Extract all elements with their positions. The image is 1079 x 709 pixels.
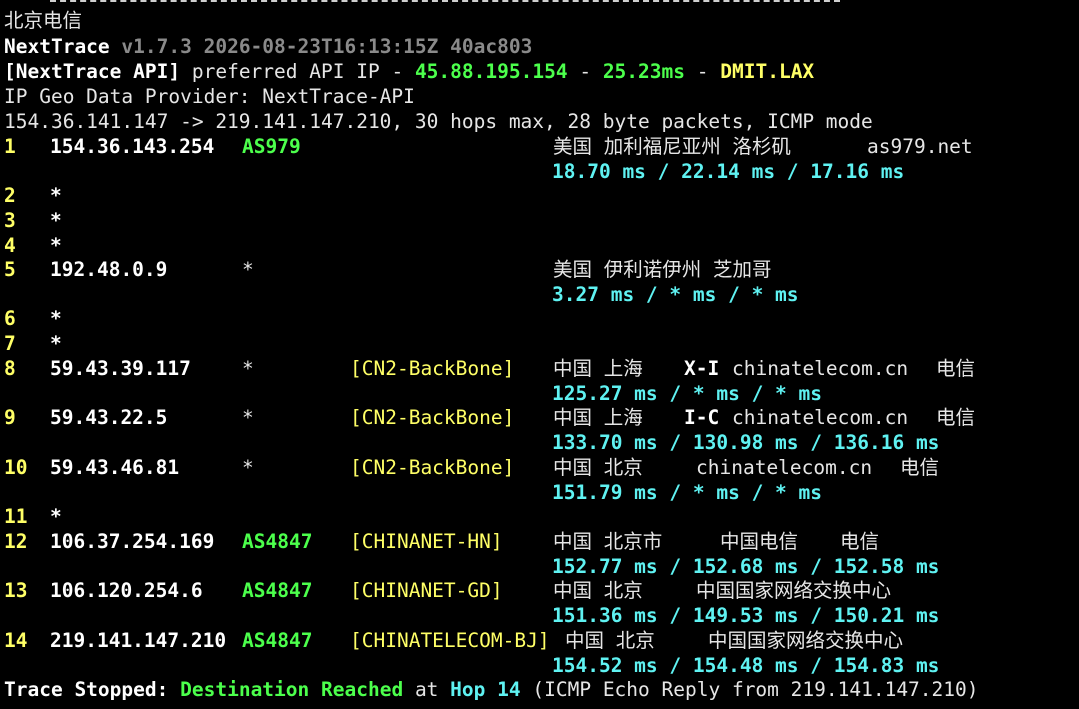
hop-tag: [CHINATELECOM-BJ] <box>350 629 550 652</box>
hop-ip: * <box>50 307 62 330</box>
hop-asn: * <box>242 258 254 281</box>
hop-geo: 中国 北京市 <box>553 530 663 553</box>
hop-ip: * <box>50 234 62 257</box>
hop-number: 11 <box>4 505 28 528</box>
hop-ip: * <box>50 209 62 232</box>
hop-rtt: 151.36 ms / 149.53 ms / 150.21 ms <box>552 604 940 627</box>
hop-ip: 59.43.22.5 <box>50 406 168 429</box>
footer-hop: Hop 14 <box>450 678 521 701</box>
hop-host: 中国电信 <box>720 530 799 553</box>
hop-ip: 106.37.254.169 <box>50 530 215 553</box>
api-separator: - <box>579 60 592 83</box>
hop-ip: 192.48.0.9 <box>50 258 168 281</box>
hop-ip: 59.43.46.81 <box>50 456 180 479</box>
hop-isp: 电信 <box>936 357 976 380</box>
hop-tag: [CN2-BackBone] <box>350 406 515 429</box>
hop-geo: 美国 加利福尼亚州 洛杉矶 <box>553 135 791 158</box>
hop-isp: 电信 <box>900 456 940 479</box>
app-name: NextTrace <box>4 35 110 58</box>
hop-number: 9 <box>4 406 16 429</box>
footer-status: Destination Reached <box>180 678 404 701</box>
hop-asn: * <box>242 456 254 479</box>
hop-isp: 电信 <box>936 406 976 429</box>
hop-number: 1 <box>4 135 16 158</box>
api-label: [NextTrace API] <box>4 60 181 83</box>
hop-number: 8 <box>4 357 16 380</box>
footer-at: at <box>414 678 439 701</box>
hop-geo: 中国 上海 <box>553 357 643 380</box>
hop-host: chinatelecom.cn <box>732 357 909 380</box>
hop-asn: AS4847 <box>242 629 313 652</box>
hop-number: 10 <box>4 456 28 479</box>
hop-geo: 中国 北京 <box>565 629 655 652</box>
hop-ip: * <box>50 505 62 528</box>
hop-asn: AS4847 <box>242 579 313 602</box>
hop-code: X-I <box>684 357 720 380</box>
hop-asn: AS979 <box>242 135 301 158</box>
hop-geo: 美国 伊利诺伊州 芝加哥 <box>553 258 772 281</box>
hop-host: as979.net <box>867 135 973 158</box>
hop-rtt: 152.77 ms / 152.68 ms / 152.58 ms <box>552 555 940 578</box>
api-node: DMIT.LAX <box>720 60 815 83</box>
hop-number: 2 <box>4 184 16 207</box>
hop-tag: [CN2-BackBone] <box>350 357 515 380</box>
hop-ip: 219.141.147.210 <box>50 629 227 652</box>
footer-label: Trace Stopped: <box>4 678 169 701</box>
hop-asn: * <box>242 357 254 380</box>
hop-tag: [CN2-BackBone] <box>350 456 515 479</box>
separator-line <box>50 0 840 2</box>
api-text: preferred API IP - <box>191 60 404 83</box>
trace-info-text: 154.36.141.147 -> 219.141.147.210, 30 ho… <box>4 110 873 133</box>
hop-geo: 中国 上海 <box>553 406 643 429</box>
terminal-window: 北京电信 NextTrace v1.7.3 2026-08-23T16:13:1… <box>0 0 1079 709</box>
api-separator: - <box>696 60 709 83</box>
geo-provider-text: IP Geo Data Provider: NextTrace-API <box>4 85 415 108</box>
hop-ip: 154.36.143.254 <box>50 135 215 158</box>
hop-rtt: 151.79 ms / * ms / * ms <box>552 481 823 504</box>
api-ip: 45.88.195.154 <box>414 60 568 83</box>
app-version: v1.7.3 2026-08-23T16:13:15Z 40ac803 <box>121 35 533 58</box>
hop-host: chinatelecom.cn <box>732 406 909 429</box>
hop-geo: 中国 北京 <box>553 579 643 602</box>
hop-number: 3 <box>4 209 16 232</box>
hop-host: chinatelecom.cn <box>696 456 873 479</box>
hop-isp: 电信 <box>840 530 880 553</box>
location-line: 北京电信 <box>4 9 82 33</box>
hop-asn: * <box>242 406 254 429</box>
hop-ip: 106.120.254.6 <box>50 579 203 602</box>
hop-rtt: 18.70 ms / 22.14 ms / 17.16 ms <box>552 160 905 183</box>
hop-number: 4 <box>4 234 16 257</box>
hop-asn: AS4847 <box>242 530 313 553</box>
hop-host: 中国国家网络交换中心 <box>696 579 892 602</box>
hop-number: 12 <box>4 530 28 553</box>
hop-ip: * <box>50 332 62 355</box>
version-line: NextTrace v1.7.3 2026-08-23T16:13:15Z 40… <box>4 35 532 59</box>
hop-tag: [CHINANET-HN] <box>350 530 503 553</box>
geo-provider-line: IP Geo Data Provider: NextTrace-API <box>4 85 415 109</box>
footer-detail: (ICMP Echo Reply from 219.141.147.210) <box>532 678 979 701</box>
hop-number: 6 <box>4 307 16 330</box>
hop-rtt: 125.27 ms / * ms / * ms <box>552 382 823 405</box>
hop-rtt: 154.52 ms / 154.48 ms / 154.83 ms <box>552 654 940 677</box>
hop-number: 7 <box>4 332 16 355</box>
hop-rtt: 133.70 ms / 130.98 ms / 136.16 ms <box>552 431 940 454</box>
hop-host: 中国国家网络交换中心 <box>708 629 904 652</box>
trace-info-line: 154.36.141.147 -> 219.141.147.210, 30 ho… <box>4 110 873 134</box>
hop-code: I-C <box>684 406 720 429</box>
hop-number: 5 <box>4 258 16 281</box>
api-line: [NextTrace API] preferred API IP - 45.88… <box>4 60 814 84</box>
hop-ip: * <box>50 184 62 207</box>
api-latency: 25.23ms <box>602 60 685 83</box>
hop-ip: 59.43.39.117 <box>50 357 191 380</box>
hop-rtt: 3.27 ms / * ms / * ms <box>552 283 799 306</box>
location-label: 北京电信 <box>4 9 83 32</box>
trace-footer: Trace Stopped: Destination Reached at Ho… <box>4 678 979 702</box>
hop-number: 14 <box>4 629 28 652</box>
hop-tag: [CHINANET-GD] <box>350 579 503 602</box>
hop-number: 13 <box>4 579 28 602</box>
hop-geo: 中国 北京 <box>553 456 643 479</box>
